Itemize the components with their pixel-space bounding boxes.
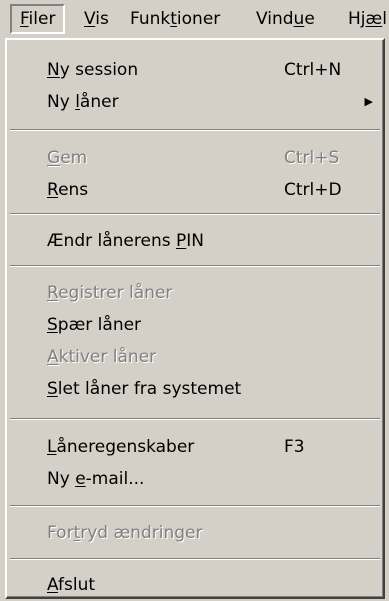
menu-item-ny-session[interactable]: Ny session Ctrl+N <box>9 54 381 86</box>
menu-separator <box>10 505 380 507</box>
menu-item-label: Afslut <box>47 575 96 595</box>
menu-item-aendr-pin[interactable]: Ændr lånerens PIN <box>9 225 381 257</box>
menu-separator <box>10 265 380 267</box>
menu-item-registrer-laner[interactable]: Registrer låner <box>9 277 381 309</box>
menu-item-label: Ny session <box>47 60 139 80</box>
menubar-vindue[interactable]: Vindue <box>248 4 323 34</box>
menu-item-ny-laner[interactable]: Ny låner ▶ <box>9 86 381 118</box>
menu-item-spaer-laner[interactable]: Spær låner <box>9 309 381 341</box>
submenu-arrow-icon: ▶ <box>364 95 373 108</box>
menu-item-label: Ny låner <box>47 92 119 112</box>
menu-item-label: Rens <box>47 180 89 200</box>
menu-item-gem[interactable]: Gem Ctrl+S <box>9 142 381 174</box>
menubar-funktioner[interactable]: Funktioner <box>122 4 228 34</box>
menu-item-rens[interactable]: Rens Ctrl+D <box>9 174 381 206</box>
menu-item-label: Registrer låner <box>47 283 173 303</box>
menu-item-label: Gem <box>47 148 88 168</box>
menu-item-label: Slet låner fra systemet <box>47 379 242 399</box>
menu-item-ny-email[interactable]: Ny e-mail... <box>9 463 381 495</box>
menu-item-shortcut: F3 <box>284 437 305 457</box>
menu-separator <box>10 213 380 215</box>
menu-item-label: Aktiver låner <box>47 347 157 367</box>
menu-separator <box>10 418 380 420</box>
menu-item-fortryd[interactable]: Fortryd ændringer <box>9 517 381 549</box>
menu-item-aktiver-laner[interactable]: Aktiver låner <box>9 341 381 373</box>
menu-item-label: Ny e-mail... <box>47 469 145 489</box>
menubar-hjaelp[interactable]: Hjæl <box>340 4 389 34</box>
menu-separator <box>10 129 380 131</box>
menu-item-label: Låneregenskaber <box>47 437 195 457</box>
menubar-vis[interactable]: Vis <box>76 4 117 34</box>
menu-item-shortcut: Ctrl+S <box>284 148 340 168</box>
menu-item-afslut[interactable]: Afslut <box>9 569 381 601</box>
menubar-filer[interactable]: Filer <box>10 4 66 34</box>
menu-item-laneregenskaber[interactable]: Låneregenskaber F3 <box>9 431 381 463</box>
menu-item-label: Ændr lånerens PIN <box>47 231 205 251</box>
menu-item-label: Fortryd ændringer <box>47 523 203 543</box>
menu-item-shortcut: Ctrl+D <box>284 180 342 200</box>
menu-item-slet-laner[interactable]: Slet låner fra systemet <box>9 373 381 405</box>
filer-dropdown-menu: Ny session Ctrl+N Ny låner ▶ Gem Ctrl+S … <box>5 38 385 599</box>
menu-item-label: Spær låner <box>47 315 142 335</box>
menu-item-shortcut: Ctrl+N <box>284 60 342 80</box>
menu-bar: Filer Vis Funktioner Vindue Hjæl <box>0 0 389 38</box>
menu-separator <box>10 558 380 560</box>
